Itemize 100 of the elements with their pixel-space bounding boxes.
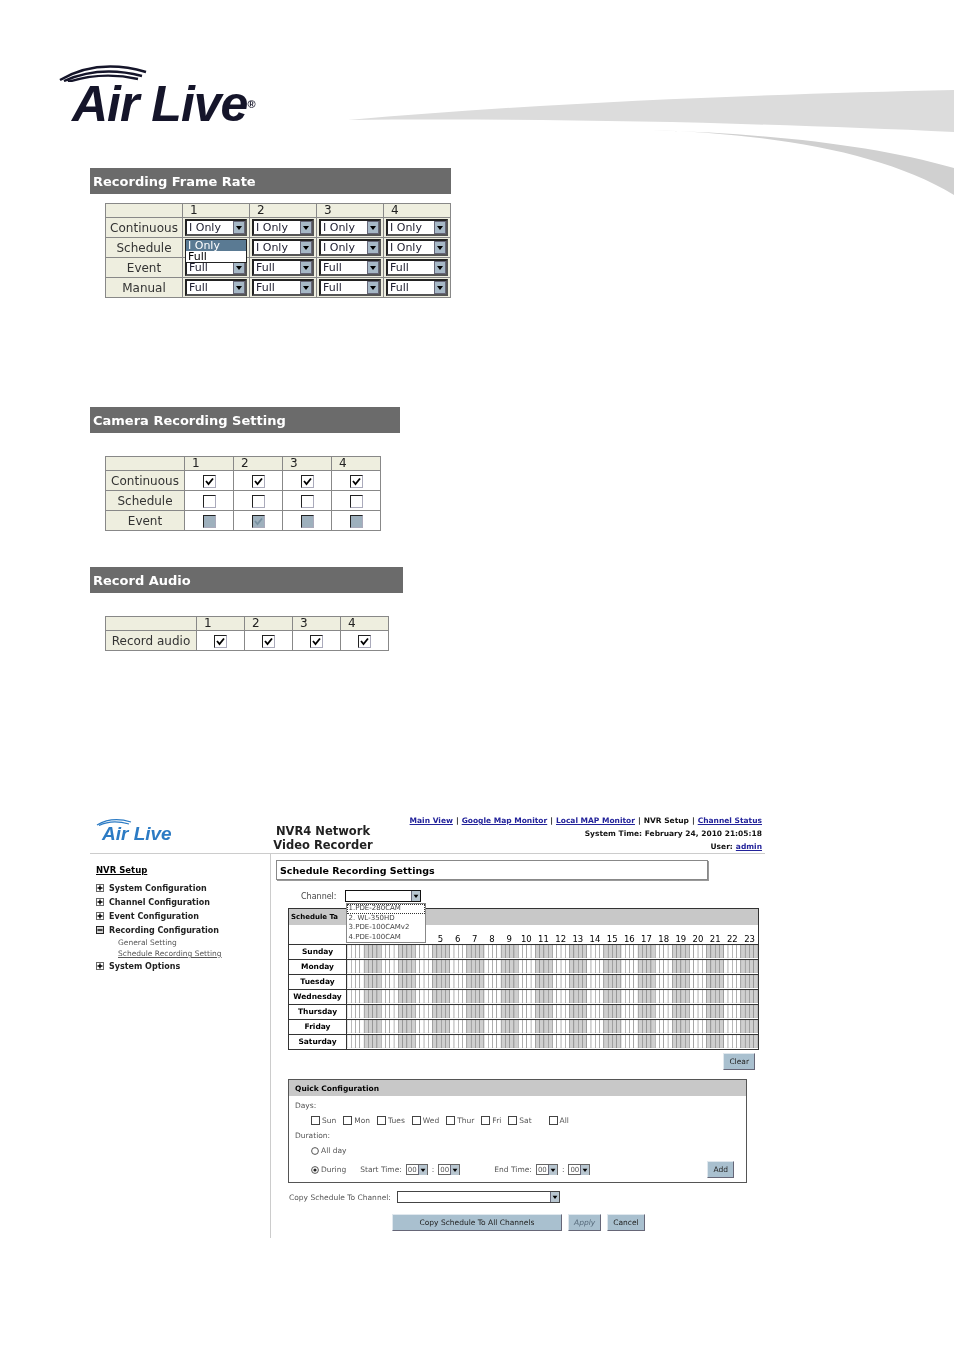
tree-item[interactable]: System Options — [96, 959, 181, 973]
logo-text: Air Live — [102, 826, 172, 842]
row-label: Continuous — [105, 470, 185, 491]
checkmark-icon — [360, 637, 369, 646]
hour-label: 8 — [488, 934, 496, 944]
dropdown-option[interactable]: I Only — [186, 240, 246, 251]
dropdown[interactable]: Full — [386, 279, 448, 296]
hour-label: 22 — [725, 934, 739, 944]
checkmark-icon — [216, 637, 225, 646]
hour-label: 21 — [708, 934, 722, 944]
dropdown[interactable]: Full — [386, 259, 448, 276]
checkbox[interactable] — [251, 475, 265, 488]
dropdown-list[interactable]: I Only Full — [185, 239, 247, 263]
logo-swoosh-icon — [58, 62, 148, 82]
checkbox[interactable] — [446, 1116, 456, 1125]
column-header: 4 — [383, 203, 451, 218]
row-label: Record audio — [105, 630, 197, 651]
checkmark-icon — [264, 637, 273, 646]
checkbox[interactable] — [202, 495, 216, 508]
time-slot-grid[interactable] — [347, 1005, 758, 1018]
dropdown[interactable]: I Only — [319, 219, 381, 236]
tree-item[interactable]: Event Configuration — [96, 909, 199, 923]
dropdown[interactable]: I Only — [386, 239, 448, 256]
dropdown[interactable]: Full — [185, 279, 247, 296]
checkbox[interactable] — [300, 475, 314, 488]
checkbox[interactable] — [343, 1116, 353, 1125]
column-header: 3 — [316, 203, 384, 218]
dropdown[interactable]: Full — [319, 259, 381, 276]
hour-label: 7 — [471, 934, 479, 944]
hour-label: 9 — [505, 934, 513, 944]
time-slot-grid[interactable] — [347, 960, 758, 973]
checkbox[interactable] — [481, 1116, 491, 1125]
column-header: 2 — [244, 616, 293, 631]
radio-button[interactable] — [311, 1146, 319, 1155]
checkmark-icon — [312, 637, 321, 646]
dropdown[interactable]: I Only — [185, 219, 247, 236]
time-slot-grid[interactable] — [347, 990, 758, 1003]
column-header: 1 — [182, 203, 250, 218]
column-header: 4 — [331, 456, 381, 471]
dropdown[interactable]: Full — [252, 279, 314, 296]
column-header: 4 — [340, 616, 389, 631]
dropdown[interactable]: I Only — [386, 219, 448, 236]
section-header: Camera Recording Setting — [90, 407, 400, 433]
logo-swoosh-icon — [96, 818, 132, 826]
time-slot-grid[interactable] — [347, 975, 758, 988]
checkmark-icon — [351, 477, 361, 486]
dropdown[interactable]: Full — [252, 259, 314, 276]
checkbox[interactable] — [358, 635, 371, 648]
hour-label: 17 — [640, 934, 653, 944]
hour-label: 12 — [554, 934, 568, 944]
logo-text: Air Live$^{®}$ — [72, 82, 255, 126]
checkbox[interactable] — [349, 495, 363, 508]
section-header: Recording Frame Rate — [90, 168, 451, 194]
field-label: Channel: — [301, 891, 337, 901]
dropdown[interactable]: I Only — [252, 219, 314, 236]
checkmark-icon — [204, 477, 214, 486]
hour-label: 23 — [743, 934, 756, 944]
checkbox[interactable] — [311, 1116, 320, 1125]
row-label: Event — [105, 510, 185, 531]
column-header: 1 — [196, 616, 245, 631]
hour-label: 13 — [571, 934, 585, 944]
time-slot-grid[interactable] — [347, 945, 758, 958]
checkbox[interactable] — [411, 1116, 421, 1125]
dropdown[interactable]: I Only — [252, 239, 314, 256]
sidebar-heading[interactable]: NVR Setup — [96, 865, 148, 875]
tree-item[interactable]: System Configuration — [96, 881, 207, 895]
checkbox[interactable] — [548, 1116, 558, 1125]
hour-label: 16 — [622, 934, 636, 944]
tree-item[interactable]: Recording Configuration — [96, 923, 219, 937]
checkbox[interactable] — [214, 635, 227, 648]
hour-label: 15 — [605, 934, 619, 944]
checkbox[interactable] — [310, 635, 323, 648]
time-slot-grid[interactable] — [347, 1020, 758, 1033]
checkbox[interactable] — [251, 495, 265, 508]
checkbox[interactable] — [262, 635, 275, 648]
radio-button[interactable] — [311, 1165, 319, 1174]
checkbox[interactable] — [300, 495, 314, 508]
dropdown-arrow-icon — [549, 1192, 559, 1202]
dropdown-arrow-icon — [410, 891, 420, 901]
dropdown[interactable]: Full — [319, 279, 381, 296]
row-label: Schedule — [105, 237, 183, 258]
checkbox[interactable] — [508, 1116, 518, 1125]
panel-title: Schedule Recording Settings — [276, 860, 708, 880]
app-title: NVR4 Network Video Recorder — [272, 824, 374, 853]
tree-item[interactable]: Channel Configuration — [96, 895, 210, 909]
column-header: 3 — [292, 616, 341, 631]
row-label: Event — [105, 257, 183, 278]
column-header: 3 — [282, 456, 332, 471]
checkbox[interactable] — [202, 475, 216, 488]
checkbox[interactable] — [377, 1116, 387, 1125]
row-label: Manual — [105, 277, 183, 298]
row-label: Schedule — [105, 490, 185, 511]
time-slot-grid[interactable] — [347, 1035, 758, 1048]
checkmark-icon — [253, 477, 263, 486]
dropdown[interactable]: I Only — [319, 239, 381, 256]
column-header: 1 — [184, 456, 234, 471]
channel-dropdown[interactable] — [396, 1191, 560, 1203]
checkmark-icon — [253, 517, 263, 526]
hour-label: 6 — [453, 934, 462, 944]
checkbox[interactable] — [349, 475, 363, 488]
